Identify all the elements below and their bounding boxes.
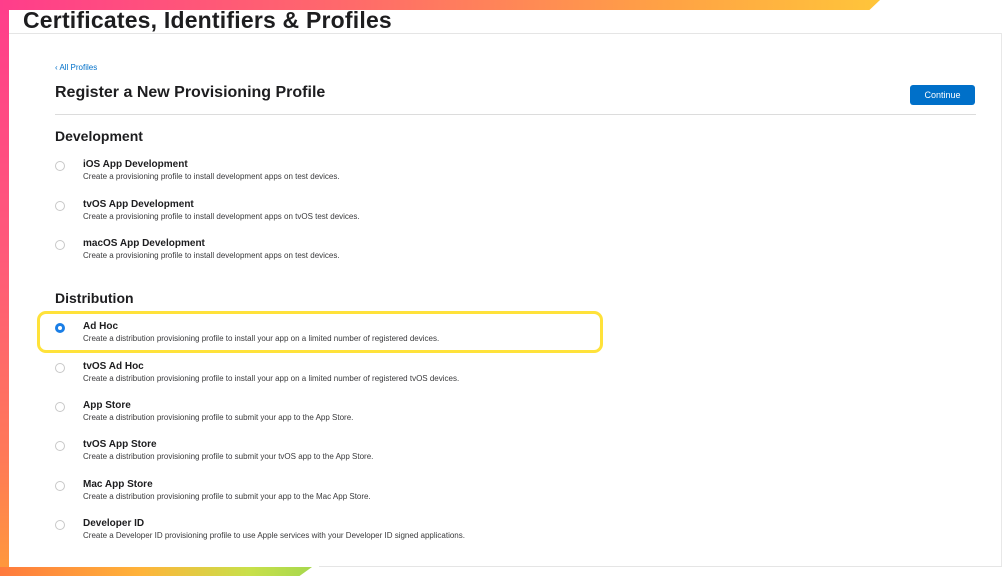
- section-heading-distribution: Distribution: [55, 290, 134, 306]
- all-profiles-back-link[interactable]: ‹ All Profiles: [55, 63, 97, 72]
- option-label: Ad Hoc: [83, 321, 118, 332]
- option-ios-app-development[interactable]: iOS App Development Create a provisionin…: [55, 159, 755, 189]
- option-label: tvOS Ad Hoc: [83, 361, 144, 372]
- header-divider: [55, 114, 976, 115]
- option-label: App Store: [83, 400, 131, 411]
- option-label: tvOS App Store: [83, 439, 157, 450]
- decorative-frame-left: [0, 0, 9, 576]
- option-description: Create a provisioning profile to install…: [83, 251, 340, 260]
- radio-button[interactable]: [55, 201, 65, 211]
- option-description: Create a distribution provisioning profi…: [83, 413, 354, 422]
- option-label: macOS App Development: [83, 238, 205, 249]
- option-description: Create a distribution provisioning profi…: [83, 374, 460, 383]
- radio-button-selected[interactable]: [55, 323, 65, 333]
- radio-button[interactable]: [55, 402, 65, 412]
- page-content: Certificates, Identifiers & Profiles ‹ A…: [9, 7, 1002, 567]
- radio-button[interactable]: [55, 481, 65, 491]
- option-label: Mac App Store: [83, 479, 153, 490]
- radio-button[interactable]: [55, 363, 65, 373]
- title-divider: [9, 33, 1002, 34]
- radio-button[interactable]: [55, 161, 65, 171]
- section-heading-development: Development: [55, 128, 143, 144]
- decorative-frame-bottom: [0, 567, 312, 576]
- option-description: Create a distribution provisioning profi…: [83, 452, 374, 461]
- option-tvos-app-development[interactable]: tvOS App Development Create a provisioni…: [55, 199, 755, 229]
- page-title: Register a New Provisioning Profile: [55, 84, 326, 101]
- radio-button[interactable]: [55, 520, 65, 530]
- radio-button[interactable]: [55, 441, 65, 451]
- site-title: Certificates, Identifiers & Profiles: [23, 7, 392, 33]
- option-developer-id[interactable]: Developer ID Create a Developer ID provi…: [55, 518, 755, 548]
- content-border-bottom: [319, 566, 1002, 567]
- option-macos-app-development[interactable]: macOS App Development Create a provision…: [55, 238, 755, 268]
- option-tvos-app-store[interactable]: tvOS App Store Create a distribution pro…: [55, 439, 755, 469]
- option-description: Create a distribution provisioning profi…: [83, 492, 371, 501]
- option-tvos-ad-hoc[interactable]: tvOS Ad Hoc Create a distribution provis…: [55, 361, 755, 391]
- option-description: Create a Developer ID provisioning profi…: [83, 531, 465, 540]
- option-description: Create a distribution provisioning profi…: [83, 334, 440, 343]
- option-label: tvOS App Development: [83, 199, 194, 210]
- option-ad-hoc[interactable]: Ad Hoc Create a distribution provisionin…: [55, 321, 755, 351]
- option-label: Developer ID: [83, 518, 145, 529]
- option-description: Create a provisioning profile to install…: [83, 212, 360, 221]
- radio-button[interactable]: [55, 240, 65, 250]
- option-label: iOS App Development: [83, 159, 188, 170]
- option-mac-app-store[interactable]: Mac App Store Create a distribution prov…: [55, 479, 755, 509]
- option-app-store[interactable]: App Store Create a distribution provisio…: [55, 400, 755, 430]
- option-description: Create a provisioning profile to install…: [83, 172, 340, 181]
- continue-button[interactable]: Continue: [910, 85, 975, 105]
